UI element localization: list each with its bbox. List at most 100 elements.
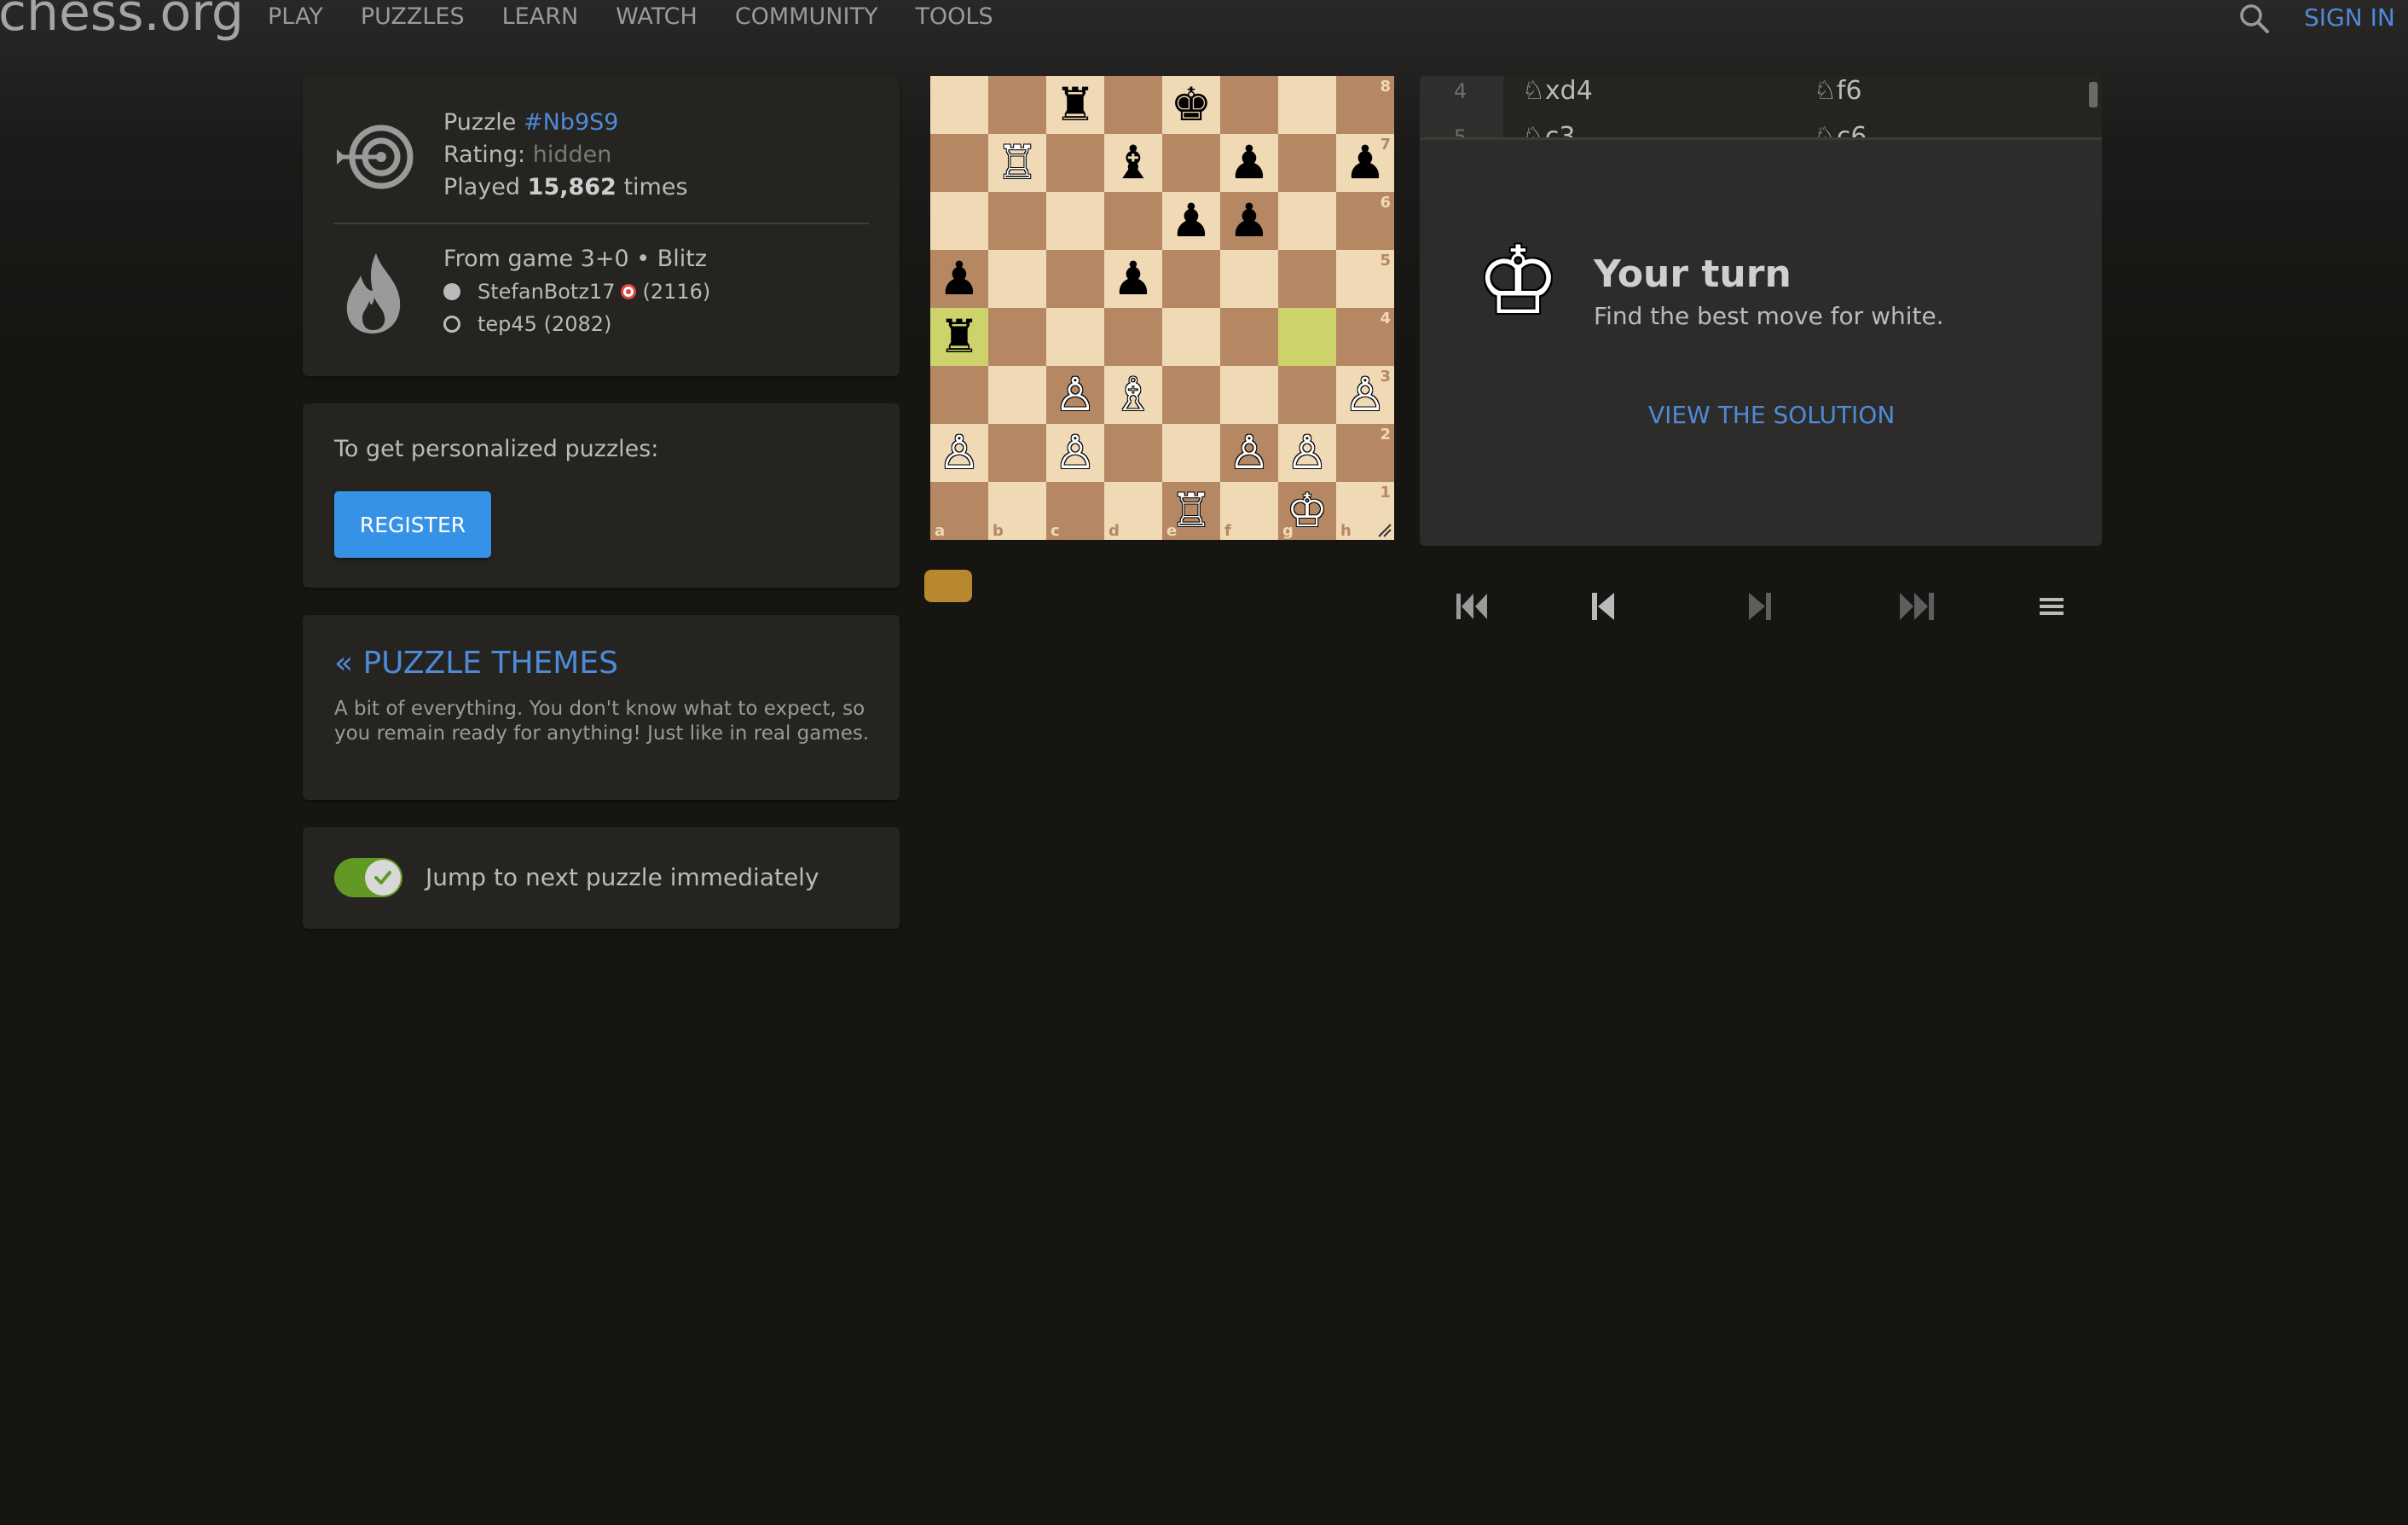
square-e1[interactable]: ♖ e [1162,482,1220,540]
chess-piece[interactable]: ♝ [1113,134,1154,192]
square-d7[interactable]: ♝ [1104,134,1162,192]
square-b8[interactable] [988,76,1046,134]
square-b3[interactable] [988,366,1046,424]
square-b5[interactable] [988,250,1046,308]
board-menu-badge[interactable] [924,570,972,602]
square-c3[interactable]: ♙ [1046,366,1104,424]
square-g8[interactable] [1278,76,1336,134]
square-c6[interactable] [1046,192,1104,250]
square-f7[interactable]: ♟ [1220,134,1278,192]
chess-board[interactable]: ♜ ♚ 8 ♖ ♝ ♟ ♟ 7 ♟ ♟ 6 ♟ ♟ 5 ♜ 4 ♙ ♗ ♙ 3 ♙ ♙ ♙ ♙ 2 a b c d ♖ e f ♔ g 1 h [930,76,1394,540]
chess-piece[interactable]: ♟ [1229,134,1270,192]
chess-piece[interactable]: ♟ [939,250,980,308]
puzzle-themes-link[interactable]: « PUZZLE THEMES [334,646,618,681]
player-white-name[interactable]: StefanBotz17 [478,275,615,308]
chess-piece[interactable]: ♙ [1055,424,1096,482]
chess-piece[interactable]: ♖ [997,134,1038,192]
from-game-link[interactable]: From game 3+0 • Blitz [443,243,710,275]
square-d5[interactable]: ♟ [1104,250,1162,308]
square-f6[interactable]: ♟ [1220,192,1278,250]
square-e2[interactable] [1162,424,1220,482]
nav-item-learn[interactable]: LEARN [502,3,579,30]
square-a3[interactable] [930,366,988,424]
board-resize-icon[interactable] [1375,521,1392,538]
sign-in-link[interactable]: SIGN IN [2304,3,2395,32]
chess-piece[interactable]: ♟ [1171,192,1212,250]
auto-next-toggle[interactable] [334,858,402,897]
square-e7[interactable] [1162,134,1220,192]
nav-item-tools[interactable]: TOOLS [915,3,993,30]
chess-piece[interactable]: ♟ [1229,192,1270,250]
square-d1[interactable]: d [1104,482,1162,540]
square-a1[interactable]: a [930,482,988,540]
last-move-button[interactable] [1896,585,1938,628]
square-g6[interactable] [1278,192,1336,250]
search-icon[interactable] [2237,2,2272,36]
square-e8[interactable]: ♚ [1162,76,1220,134]
square-e5[interactable] [1162,250,1220,308]
square-c7[interactable] [1046,134,1104,192]
menu-button[interactable] [2030,585,2073,628]
square-f4[interactable] [1220,308,1278,366]
black-move[interactable]: ♘f6 [1814,76,1862,107]
square-h7[interactable]: ♟ 7 [1336,134,1394,192]
black-move[interactable]: ♘c6 [1814,122,1867,137]
register-button[interactable]: REGISTER [334,491,491,558]
player-white[interactable]: StefanBotz17 (2116) [443,275,710,308]
square-c4[interactable] [1046,308,1104,366]
square-h2[interactable]: 2 [1336,424,1394,482]
square-a8[interactable] [930,76,988,134]
square-d2[interactable] [1104,424,1162,482]
square-g2[interactable]: ♙ [1278,424,1336,482]
square-e3[interactable] [1162,366,1220,424]
square-d4[interactable] [1104,308,1162,366]
nav-item-puzzles[interactable]: PUZZLES [361,3,465,30]
square-b2[interactable] [988,424,1046,482]
chess-piece[interactable]: ♗ [1113,366,1154,424]
chess-piece[interactable]: ♚ [1171,76,1212,134]
square-c2[interactable]: ♙ [1046,424,1104,482]
square-a2[interactable]: ♙ [930,424,988,482]
square-f3[interactable] [1220,366,1278,424]
square-g3[interactable] [1278,366,1336,424]
square-c1[interactable]: c [1046,482,1104,540]
nav-item-watch[interactable]: WATCH [616,3,698,30]
square-a6[interactable] [930,192,988,250]
square-h6[interactable]: 6 [1336,192,1394,250]
player-black-name[interactable]: tep45 (2082) [478,308,611,340]
square-b1[interactable]: b [988,482,1046,540]
puzzle-id-link[interactable]: #Nb9S9 [524,109,618,136]
square-g7[interactable] [1278,134,1336,192]
square-b6[interactable] [988,192,1046,250]
chess-piece[interactable]: ♜ [939,308,980,366]
nav-item-play[interactable]: PLAY [268,3,323,30]
square-c8[interactable]: ♜ [1046,76,1104,134]
chess-piece[interactable]: ♟ [1113,250,1154,308]
chess-piece[interactable]: ♙ [1055,366,1096,424]
square-f8[interactable] [1220,76,1278,134]
chess-piece[interactable]: ♙ [1229,424,1270,482]
square-d3[interactable]: ♗ [1104,366,1162,424]
white-move[interactable]: ♘xd4 [1522,76,1593,107]
square-e6[interactable]: ♟ [1162,192,1220,250]
chess-piece[interactable]: ♙ [939,424,980,482]
square-f2[interactable]: ♙ [1220,424,1278,482]
square-h4[interactable]: 4 [1336,308,1394,366]
chess-piece[interactable]: ♙ [1287,424,1328,482]
square-h3[interactable]: ♙ 3 [1336,366,1394,424]
nav-item-community[interactable]: COMMUNITY [735,3,878,30]
square-b4[interactable] [988,308,1046,366]
first-move-button[interactable] [1450,585,1493,628]
square-d8[interactable] [1104,76,1162,134]
site-logo[interactable]: chess.org [0,0,244,43]
square-d6[interactable] [1104,192,1162,250]
move-list-scrollbar[interactable] [2089,82,2098,107]
square-b7[interactable]: ♖ [988,134,1046,192]
square-c5[interactable] [1046,250,1104,308]
white-move[interactable]: ♘c3 [1522,122,1575,137]
square-h8[interactable]: 8 [1336,76,1394,134]
square-e4[interactable] [1162,308,1220,366]
square-a5[interactable]: ♟ [930,250,988,308]
square-g4[interactable] [1278,308,1336,366]
square-h5[interactable]: 5 [1336,250,1394,308]
